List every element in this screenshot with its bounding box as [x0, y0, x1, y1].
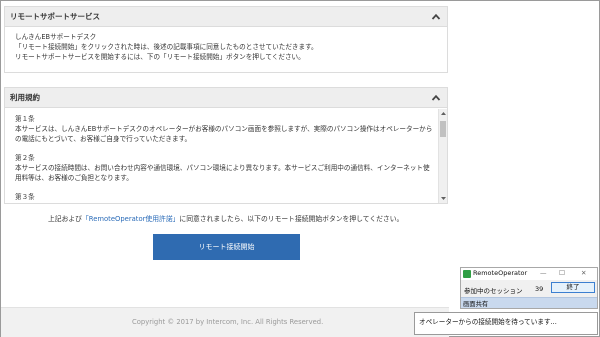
remote-operator-window: RemoteOperator — ☐ ✕ 参加中のセッション 39 終了 画面共…	[460, 267, 598, 309]
agreement-suffix: に同意されましたら、以下のリモート接続開始ボタンを押してください。	[179, 215, 404, 223]
screen-share-bar: 画面共有	[461, 297, 597, 308]
license-link[interactable]: 「RemoteOperator使用許諾」	[82, 215, 179, 223]
close-icon[interactable]: ✕	[581, 269, 586, 277]
remote-support-panel: リモートサポートサービス しんきんEBサポートデスク 「リモート接続開始」をクリ…	[4, 6, 448, 73]
agreement-prefix: 上記および	[48, 215, 82, 223]
waiting-message-box: オペレーターからの接続開始を待っています...	[414, 312, 598, 335]
terms-article-body: 本サービスは、しんきんEBサポートデスクのオペレーターがお客様のパソコン画面を参…	[15, 125, 433, 143]
support-line-desk: しんきんEBサポートデスク	[15, 33, 97, 41]
terms-scroll-area[interactable]: 第１条 本サービスは、しんきんEBサポートデスクのオペレーターがお客様のパソコン…	[5, 109, 447, 203]
remote-support-header[interactable]: リモートサポートサービス	[5, 7, 447, 27]
remote-support-body: しんきんEBサポートデスク 「リモート接続開始」をクリックされた時は、後述の記載…	[5, 27, 447, 62]
terms-header[interactable]: 利用規約	[5, 88, 447, 108]
maximize-icon[interactable]: ☐	[559, 269, 565, 277]
chevron-up-icon[interactable]	[431, 12, 441, 22]
screen-share-label: 画面共有	[463, 301, 489, 308]
terms-article-3: 第３条	[15, 192, 433, 202]
remote-operator-app-icon	[463, 270, 471, 278]
remote-operator-titlebar[interactable]: RemoteOperator — ☐ ✕	[461, 268, 597, 280]
copyright-text: Copyright © 2017 by Intercom, Inc. All R…	[132, 318, 324, 326]
minimize-icon[interactable]: —	[540, 269, 547, 277]
waiting-message: オペレーターからの接続開始を待っています...	[419, 318, 557, 326]
terms-article-heading: 第２条	[15, 154, 35, 162]
chevron-up-icon[interactable]	[431, 93, 441, 103]
remote-operator-title: RemoteOperator	[473, 269, 528, 277]
end-session-button[interactable]: 終了	[551, 282, 595, 293]
support-line-instruction: リモートサポートサービスを開始するには、下の「リモート接続開始」ボタンを押してく…	[15, 53, 305, 61]
terms-title: 利用規約	[10, 93, 40, 102]
terms-article-1: 第１条 本サービスは、しんきんEBサポートデスクのオペレーターがお客様のパソコン…	[15, 114, 433, 144]
support-line-consent: 「リモート接続開始」をクリックされた時は、後述の記載事項に同意したものとさせてい…	[15, 43, 318, 51]
triangle-down-icon[interactable]	[440, 195, 447, 202]
terms-content: 第１条 本サービスは、しんきんEBサポートデスクのオペレーターがお客様のパソコン…	[5, 109, 447, 202]
scrollbar-thumb[interactable]	[440, 121, 446, 137]
triangle-up-icon[interactable]	[440, 110, 447, 117]
terms-article-heading: 第３条	[15, 193, 35, 201]
terms-article-body: 本サービスの接続時間は、お問い合わせ内容や通信環境、パソコン環境により異なります…	[15, 164, 430, 182]
terms-scrollbar[interactable]	[438, 109, 447, 203]
agreement-text: 上記および「RemoteOperator使用許諾」に同意されましたら、以下のリモ…	[48, 213, 403, 223]
session-count: 39	[535, 285, 544, 293]
terms-panel: 利用規約 第１条 本サービスは、しんきんEBサポートデスクのオペレーターがお客様…	[4, 87, 448, 204]
terms-article-heading: 第１条	[15, 115, 35, 123]
terms-article-2: 第２条 本サービスの接続時間は、お問い合わせ内容や通信環境、パソコン環境により異…	[15, 153, 433, 183]
remote-support-title: リモートサポートサービス	[10, 12, 100, 21]
session-label: 参加中のセッション	[464, 287, 523, 295]
start-remote-button[interactable]: リモート接続開始	[153, 234, 300, 260]
